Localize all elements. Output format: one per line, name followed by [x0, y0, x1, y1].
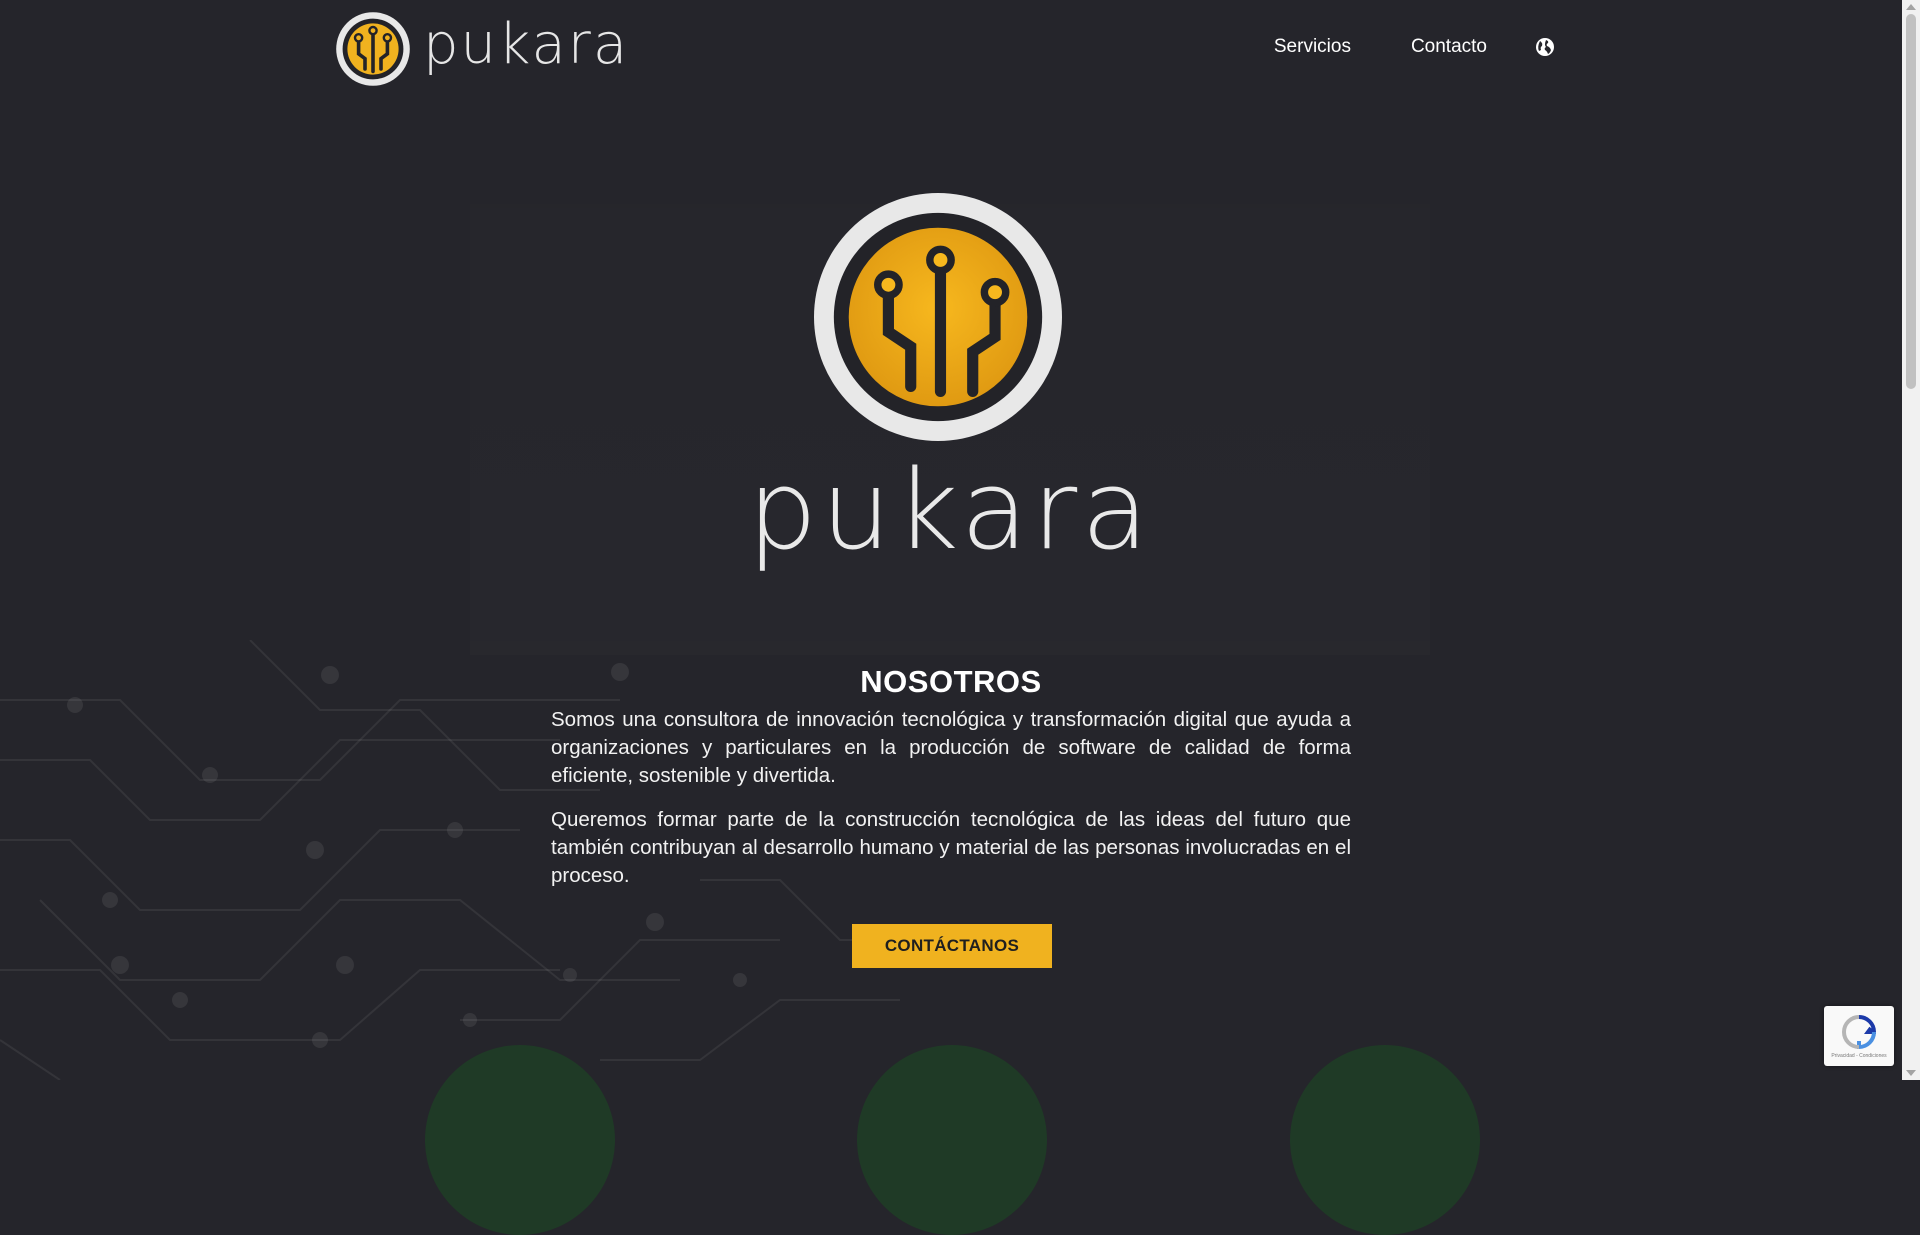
nav-logo-link[interactable]: pukara: [333, 9, 645, 89]
pukara-logo-icon: [336, 12, 410, 86]
about-text: Somos una consultora de innovación tecno…: [551, 706, 1351, 906]
page-scrollbar[interactable]: [1902, 0, 1920, 1080]
scroll-up-arrow-icon[interactable]: [1906, 4, 1916, 10]
nav-link-contacto[interactable]: Contacto: [1411, 36, 1487, 58]
navbar: pukara Servicios Contacto: [0, 0, 1900, 96]
about-paragraph-1: Somos una consultora de innovación tecno…: [551, 708, 1351, 787]
recaptcha-text[interactable]: Privacidad - Condiciones: [1831, 1053, 1886, 1059]
scroll-thumb[interactable]: [1906, 14, 1916, 389]
service-circle-3: [1290, 1045, 1480, 1235]
hero-wordmark: pukara: [747, 446, 1153, 574]
service-circle-2: [857, 1045, 1047, 1235]
scroll-down-arrow-icon[interactable]: [1906, 1070, 1916, 1076]
recaptcha-icon: [1841, 1015, 1877, 1050]
nav-logo-wordmark: pukara: [423, 12, 630, 77]
about-title: NOSOTROS: [860, 664, 1042, 699]
service-circle-1: [425, 1045, 615, 1235]
about-paragraph-2: Queremos formar parte de la construcción…: [551, 808, 1351, 887]
hero-logo-icon: [814, 193, 1062, 441]
nav-links: Servicios Contacto: [1214, 36, 1555, 58]
recaptcha-badge[interactable]: Privacidad - Condiciones: [1824, 1006, 1894, 1066]
nav-link-servicios[interactable]: Servicios: [1274, 36, 1351, 58]
contactanos-button[interactable]: CONTÁCTANOS: [852, 924, 1052, 968]
globe-icon[interactable]: [1535, 37, 1555, 57]
